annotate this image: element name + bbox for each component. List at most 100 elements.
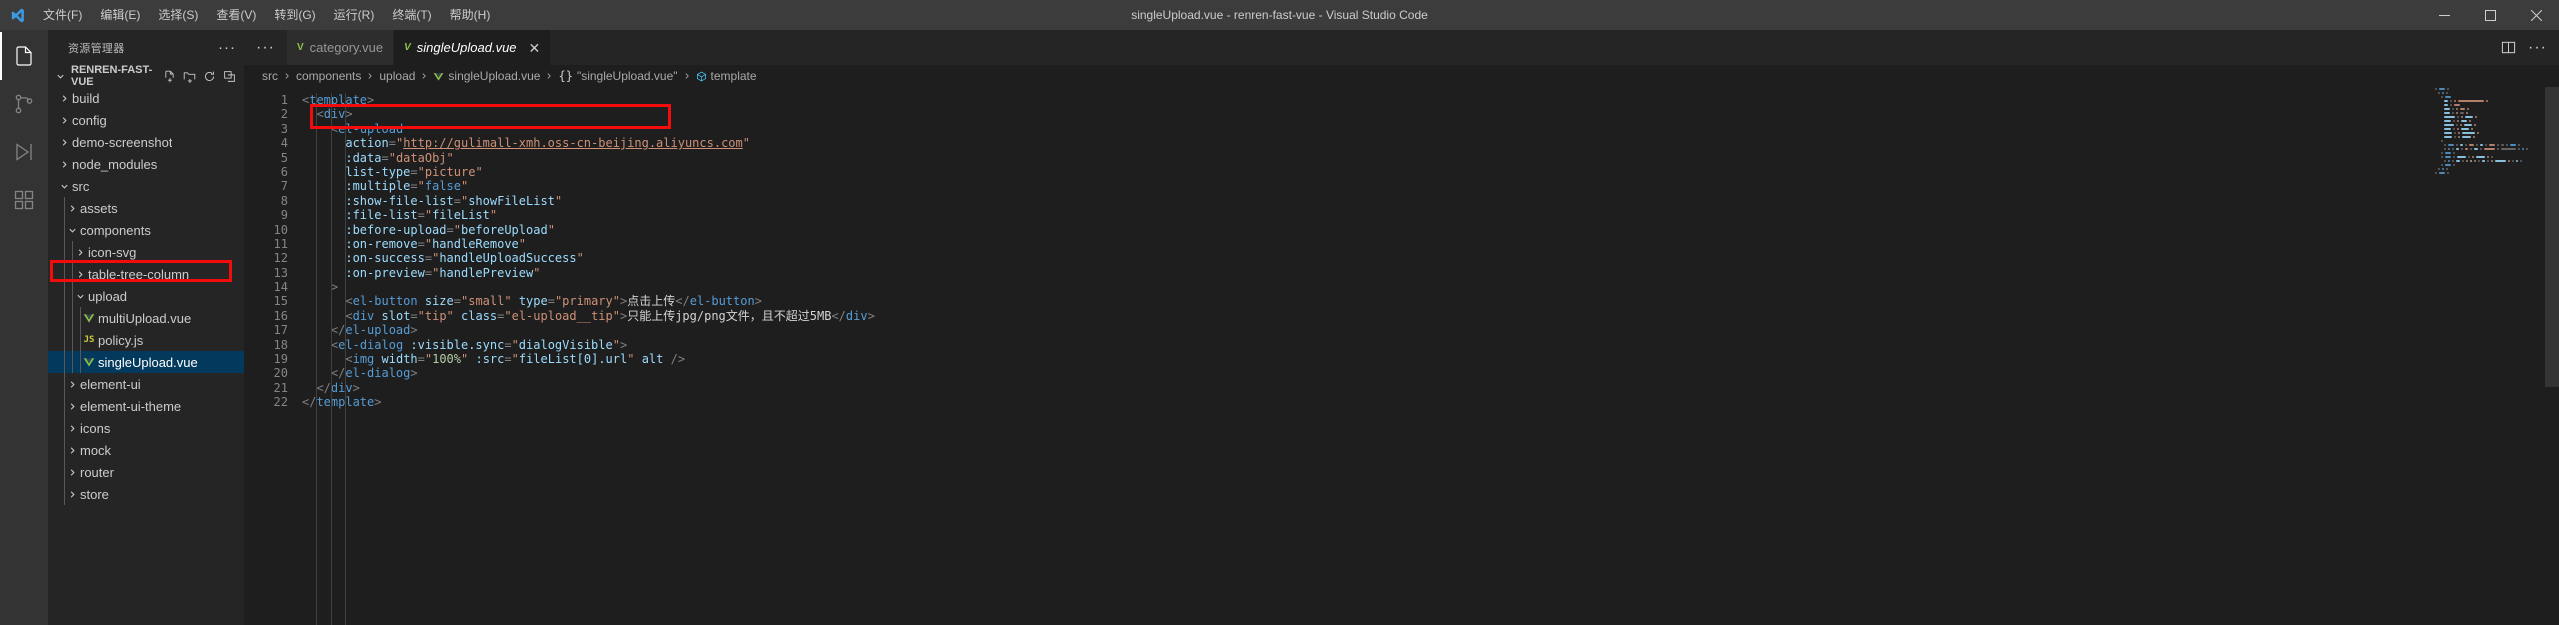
split-editor-icon[interactable] xyxy=(2501,40,2516,55)
explorer-actions[interactable] xyxy=(163,70,244,83)
editor-actions[interactable]: ··· xyxy=(2489,30,2559,65)
tree-item-src[interactable]: src xyxy=(48,175,244,197)
tree-item-components[interactable]: components xyxy=(48,219,244,241)
chevron-down-icon[interactable] xyxy=(72,292,88,301)
menu-run[interactable]: 运行(R) xyxy=(325,0,384,30)
menu-view[interactable]: 查看(V) xyxy=(207,0,265,30)
code-line[interactable]: <el-upload xyxy=(302,122,2559,136)
code-editor[interactable]: 1 2 3 4 5 6 7 8 9 10 11 12 13 14 15 16 17 18 19 20 21 22 <tem… xyxy=(244,87,2559,625)
tree-item-icons[interactable]: icons xyxy=(48,417,244,439)
project-section-header[interactable]: RENREN-FAST-VUE xyxy=(48,64,244,88)
close-icon[interactable]: ✕ xyxy=(529,41,541,55)
tab-singleupload-vue[interactable]: V singleUpload.vue ✕ xyxy=(394,30,552,65)
code-line[interactable]: :file-list="fileList" xyxy=(302,208,2559,222)
tree-item-element-ui-theme[interactable]: element-ui-theme xyxy=(48,395,244,417)
tab-category-vue[interactable]: V category.vue xyxy=(286,30,395,65)
breadcrumb-item[interactable]: src xyxy=(262,69,278,83)
tree-item-table-tree-column[interactable]: table-tree-column xyxy=(48,263,244,285)
code-line[interactable]: </div> xyxy=(302,381,2559,395)
menu-bar[interactable]: 文件(F) 编辑(E) 选择(S) 查看(V) 转到(G) 运行(R) 终端(T… xyxy=(34,0,499,30)
tree-item-mock[interactable]: mock xyxy=(48,439,244,461)
tree-item-build[interactable]: build xyxy=(48,87,244,109)
extensions-icon[interactable] xyxy=(0,176,48,224)
menu-edit[interactable]: 编辑(E) xyxy=(91,0,149,30)
minimap[interactable] xyxy=(2433,87,2545,625)
chevron-right-icon[interactable] xyxy=(56,116,72,125)
tree-item-multiupload-vue[interactable]: multiUpload.vue xyxy=(48,307,244,329)
chevron-right-icon[interactable] xyxy=(56,94,72,103)
chevron-right-icon[interactable] xyxy=(64,402,80,411)
tree-item-demo-screenshot[interactable]: demo-screenshot xyxy=(48,131,244,153)
chevron-right-icon[interactable] xyxy=(64,446,80,455)
new-folder-icon[interactable] xyxy=(183,70,196,83)
code-line[interactable]: :on-success="handleUploadSuccess" xyxy=(302,251,2559,265)
tree-item-upload[interactable]: upload xyxy=(48,285,244,307)
code-line[interactable]: action= "http://gulimall-xmh.oss-cn-beiji… xyxy=(302,136,2559,150)
chevron-right-icon[interactable] xyxy=(64,204,80,213)
window-controls[interactable] xyxy=(2421,0,2559,30)
menu-terminal[interactable]: 终端(T) xyxy=(383,0,440,30)
breadcrumb[interactable]: src components upload singleUpload.vue {} "si… xyxy=(244,65,2559,87)
collapse-all-icon[interactable] xyxy=(223,70,236,83)
code-line[interactable]: <el-button size="small" type="primary">点… xyxy=(302,294,2559,308)
minimize-button[interactable] xyxy=(2421,0,2467,30)
more-actions-icon[interactable]: ··· xyxy=(2528,39,2547,56)
tree-item-router[interactable]: router xyxy=(48,461,244,483)
file-tree[interactable]: build config demo-screenshot node_modules sr… xyxy=(48,87,244,505)
run-and-debug-icon[interactable] xyxy=(0,128,48,176)
code-line[interactable]: :on-remove="handleRemove" xyxy=(302,237,2559,251)
chevron-right-icon[interactable] xyxy=(64,424,80,433)
code-line[interactable]: <div slot="tip" class="el-upload__tip">只… xyxy=(302,309,2559,323)
code-line[interactable]: :multiple="false" xyxy=(302,179,2559,193)
tree-item-assets[interactable]: assets xyxy=(48,197,244,219)
code-line[interactable]: :show-file-list="showFileList" xyxy=(302,194,2559,208)
code-content[interactable]: <template> <div> <el-upload action="http… xyxy=(302,87,2559,625)
tree-item-store[interactable]: store xyxy=(48,483,244,505)
tree-item-config[interactable]: config xyxy=(48,109,244,131)
close-button[interactable] xyxy=(2513,0,2559,30)
code-line[interactable]: :before-upload="beforeUpload" xyxy=(302,223,2559,237)
vertical-scrollbar[interactable] xyxy=(2545,87,2559,625)
tree-item-element-ui[interactable]: element-ui xyxy=(48,373,244,395)
tree-item-node-modules[interactable]: node_modules xyxy=(48,153,244,175)
code-line[interactable]: > xyxy=(302,280,2559,294)
explorer-icon[interactable] xyxy=(0,32,48,80)
menu-selection[interactable]: 选择(S) xyxy=(149,0,207,30)
code-line[interactable]: <img width="100%" :src="fileList[0].url"… xyxy=(302,352,2559,366)
breadcrumb-item[interactable]: singleUpload.vue xyxy=(433,69,540,83)
menu-file[interactable]: 文件(F) xyxy=(34,0,91,30)
code-line[interactable]: list-type="picture" xyxy=(302,165,2559,179)
scrollbar-thumb[interactable] xyxy=(2545,87,2559,387)
menu-go[interactable]: 转到(G) xyxy=(265,0,324,30)
chevron-down-icon[interactable] xyxy=(64,226,80,235)
new-file-icon[interactable] xyxy=(163,70,176,83)
tree-item-policy-js[interactable]: JS policy.js xyxy=(48,329,244,351)
maximize-button[interactable] xyxy=(2467,0,2513,30)
breadcrumb-item[interactable]: {} "singleUpload.vue" xyxy=(558,69,677,83)
code-line[interactable]: </template> xyxy=(302,395,2559,409)
activity-bar[interactable] xyxy=(0,30,48,625)
chevron-down-icon[interactable] xyxy=(56,182,72,191)
tabs-more-icon[interactable]: ··· xyxy=(256,39,275,56)
editor-tabs[interactable]: ··· V category.vue V singleUpload.vue ✕ … xyxy=(244,30,2559,65)
chevron-right-icon[interactable] xyxy=(56,160,72,169)
code-line[interactable]: <el-dialog :visible.sync="dialogVisible"… xyxy=(302,338,2559,352)
tabs-left-actions[interactable]: ··· xyxy=(244,30,287,65)
chevron-right-icon[interactable] xyxy=(56,138,72,147)
refresh-icon[interactable] xyxy=(203,70,216,83)
code-line[interactable]: <div> xyxy=(302,107,2559,121)
source-control-icon[interactable] xyxy=(0,80,48,128)
breadcrumb-item[interactable]: template xyxy=(696,69,757,83)
code-line[interactable]: :on-preview="handlePreview" xyxy=(302,266,2559,280)
explorer-more-icon[interactable]: ··· xyxy=(218,40,236,55)
chevron-right-icon[interactable] xyxy=(64,490,80,499)
menu-help[interactable]: 帮助(H) xyxy=(441,0,500,30)
chevron-right-icon[interactable] xyxy=(72,248,88,257)
chevron-right-icon[interactable] xyxy=(64,468,80,477)
code-line[interactable]: :data="dataObj" xyxy=(302,151,2559,165)
code-line[interactable]: </el-upload> xyxy=(302,323,2559,337)
chevron-right-icon[interactable] xyxy=(72,270,88,279)
breadcrumb-item[interactable]: upload xyxy=(379,69,415,83)
breadcrumb-item[interactable]: components xyxy=(296,69,361,83)
chevron-down-icon[interactable] xyxy=(52,72,68,81)
